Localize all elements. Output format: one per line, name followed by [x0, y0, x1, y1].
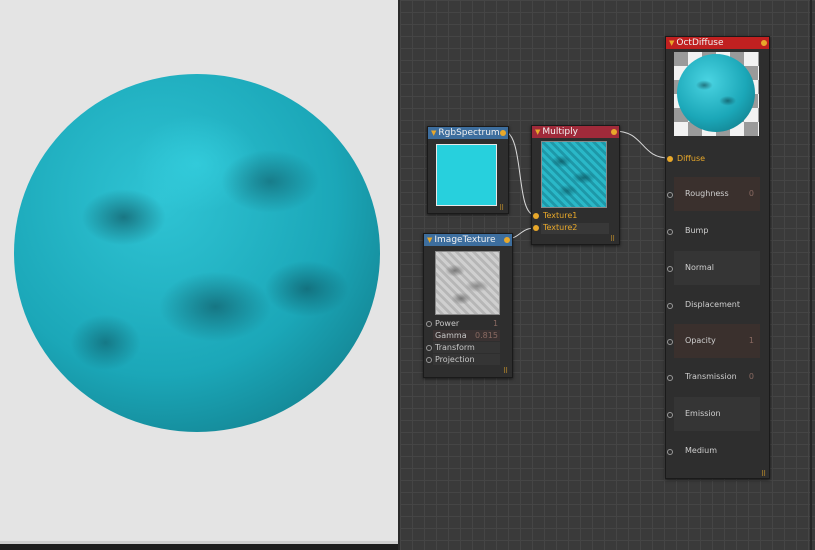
imagetexture-node-header[interactable]: ▼ ImageTexture	[424, 234, 512, 246]
octdiffuse-node-header[interactable]: ▼ OctDiffuse	[666, 37, 769, 49]
node-title: RgbSpectrum	[438, 128, 500, 138]
multiply-node[interactable]: ▼ Multiply Texture1 Texture2 ⠿	[531, 125, 620, 245]
texture2-input-port[interactable]	[533, 225, 539, 231]
texture1-label: Texture1	[543, 211, 578, 220]
render-viewport[interactable]	[0, 0, 398, 541]
rgbspectrum-node-header[interactable]: ▼ RgbSpectrum	[428, 127, 508, 139]
octdiffuse-node[interactable]: ▼ OctDiffuse Diffuse Roughness 0 Bump Nor…	[665, 36, 770, 479]
viewport-statusbar	[0, 541, 398, 550]
resize-handle-icon[interactable]: ⠿	[499, 205, 505, 212]
rgbspectrum-node[interactable]: ▼ RgbSpectrum ⠿	[427, 126, 509, 214]
material-preview	[674, 52, 759, 136]
transform-label: Transform	[435, 343, 475, 352]
collapse-triangle-icon[interactable]: ▼	[431, 129, 436, 137]
node-title: ImageTexture	[434, 235, 496, 245]
multiply-preview	[541, 141, 607, 208]
diffuse-label: Diffuse	[677, 154, 706, 163]
gamma-label: Gamma	[435, 331, 467, 340]
multiply-output-port[interactable]	[611, 129, 617, 135]
opacity-value[interactable]: 1	[749, 336, 754, 345]
bump-input-port[interactable]	[667, 229, 673, 235]
power-value[interactable]: 1	[493, 319, 498, 328]
resize-handle-icon[interactable]: ⠿	[761, 471, 767, 478]
opacity-row[interactable]: Opacity 1	[674, 324, 760, 358]
projection-input-port[interactable]	[426, 357, 432, 363]
imagetexture-output-port[interactable]	[504, 237, 510, 243]
resize-handle-icon[interactable]: ⠿	[610, 236, 616, 243]
transmission-input-port[interactable]	[667, 375, 673, 381]
displacement-input-port[interactable]	[667, 303, 673, 309]
displacement-label: Displacement	[685, 300, 740, 309]
roughness-input-port[interactable]	[667, 192, 673, 198]
normal-row[interactable]: Normal	[674, 251, 760, 285]
emission-label: Emission	[685, 409, 721, 418]
medium-input-port[interactable]	[667, 449, 673, 455]
displacement-row[interactable]: Displacement	[674, 288, 760, 322]
transmission-value[interactable]: 0	[749, 372, 754, 381]
medium-row[interactable]: Medium	[674, 434, 760, 468]
octdiffuse-output-port[interactable]	[761, 40, 767, 46]
power-label: Power	[435, 319, 460, 328]
bump-label: Bump	[685, 226, 709, 235]
opacity-input-port[interactable]	[667, 339, 673, 345]
node-title: OctDiffuse	[676, 38, 724, 48]
collapse-triangle-icon[interactable]: ▼	[669, 39, 674, 47]
collapse-triangle-icon[interactable]: ▼	[535, 128, 540, 136]
rendered-sphere	[14, 74, 380, 432]
normal-label: Normal	[685, 263, 714, 272]
texture2-label: Texture2	[543, 223, 578, 232]
roughness-value[interactable]: 0	[749, 189, 754, 198]
emission-input-port[interactable]	[667, 412, 673, 418]
power-input-port[interactable]	[426, 321, 432, 327]
node-graph-editor[interactable]: ▼ RgbSpectrum ⠿ ▼ ImageTexture Power 1 Gam…	[400, 0, 815, 550]
imagetexture-preview	[435, 251, 500, 315]
normal-input-port[interactable]	[667, 266, 673, 272]
wire-multiply-to-diffuse	[613, 130, 670, 159]
rgbspectrum-swatch[interactable]	[436, 144, 497, 206]
medium-label: Medium	[685, 446, 717, 455]
opacity-label: Opacity	[685, 336, 716, 345]
bump-row[interactable]: Bump	[674, 214, 760, 248]
emission-row[interactable]: Emission	[674, 397, 760, 431]
node-title: Multiply	[542, 127, 578, 137]
imagetexture-node[interactable]: ▼ ImageTexture Power 1 Gamma 0.815 Transf…	[423, 233, 513, 378]
transmission-row[interactable]: Transmission 0	[674, 360, 760, 394]
transmission-label: Transmission	[685, 372, 737, 381]
projection-label: Projection	[435, 355, 475, 364]
preview-sphere	[677, 54, 755, 132]
texture1-input-port[interactable]	[533, 213, 539, 219]
roughness-row[interactable]: Roughness 0	[674, 177, 760, 211]
roughness-label: Roughness	[685, 189, 729, 198]
rgbspectrum-output-port[interactable]	[500, 130, 506, 136]
resize-handle-icon[interactable]: ⠿	[503, 368, 509, 375]
transform-input-port[interactable]	[426, 345, 432, 351]
multiply-node-header[interactable]: ▼ Multiply	[532, 126, 619, 138]
collapse-triangle-icon[interactable]: ▼	[427, 236, 432, 244]
diffuse-input-port[interactable]	[667, 156, 673, 162]
gamma-value[interactable]: 0.815	[475, 331, 498, 340]
